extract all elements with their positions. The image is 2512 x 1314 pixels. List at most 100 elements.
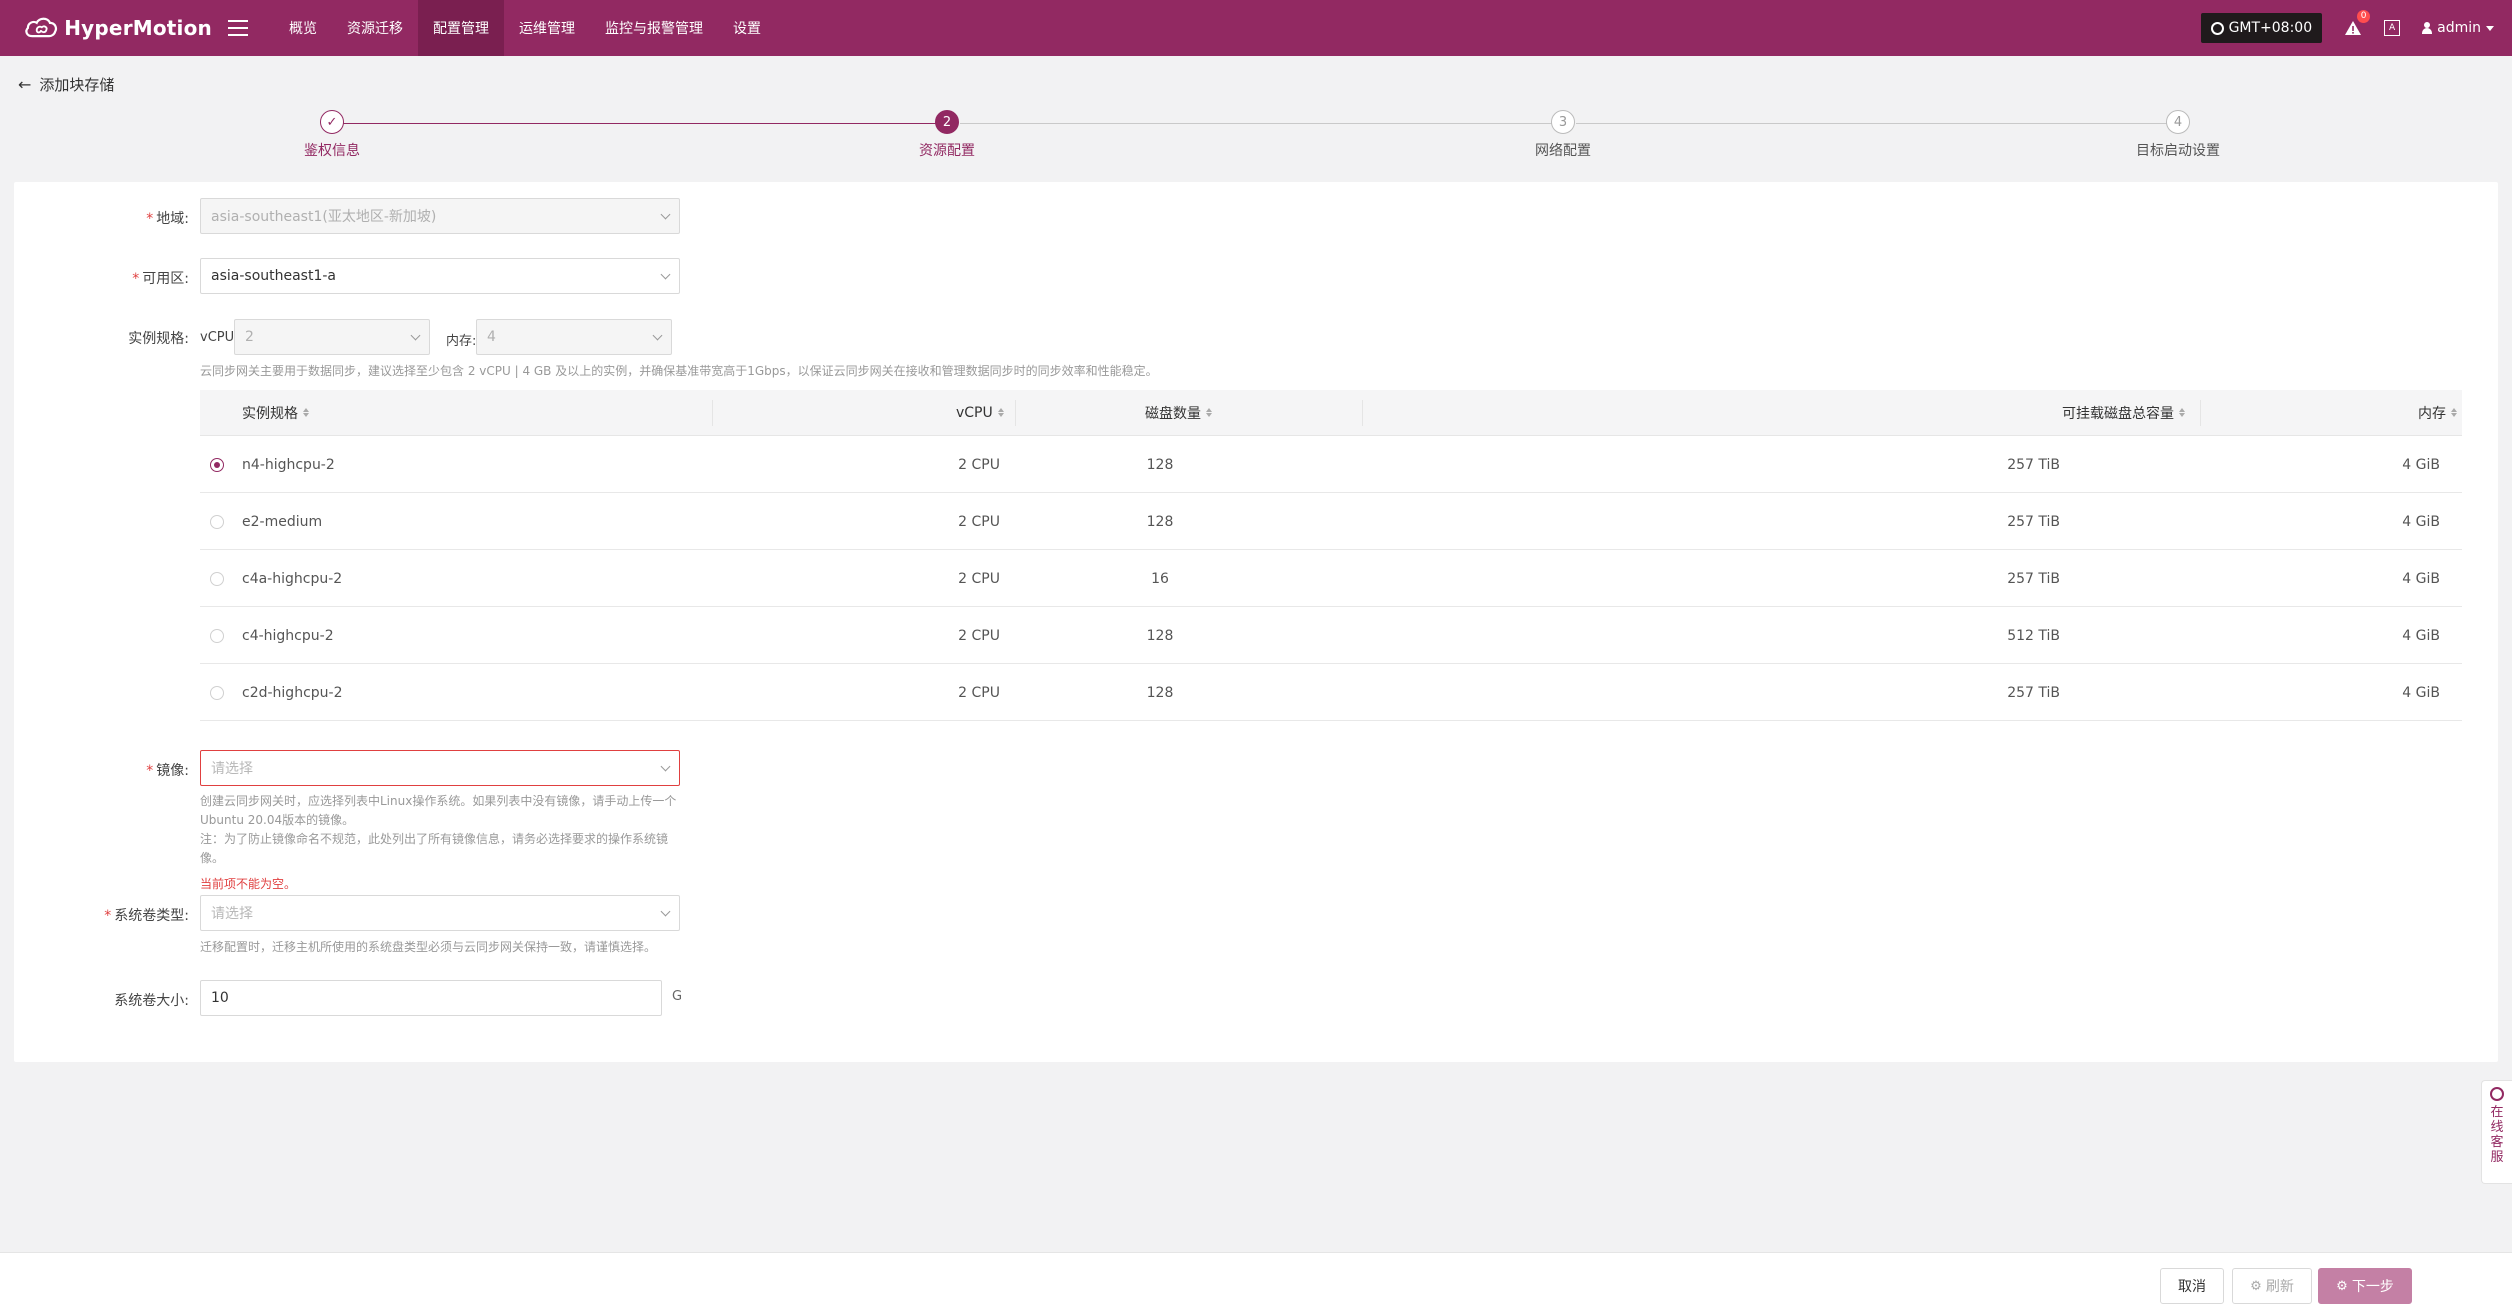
cell-capacity: 257 TiB: [2007, 570, 2060, 587]
step-number: 4: [2166, 110, 2190, 134]
column-header-spec[interactable]: 实例规格: [242, 403, 309, 423]
cell-capacity: 257 TiB: [2007, 456, 2060, 473]
column-header-disks[interactable]: 磁盘数量: [1145, 403, 1212, 423]
wizard-step: 2 资源配置: [847, 110, 1047, 160]
headset-icon: [2490, 1087, 2504, 1101]
table-row[interactable]: c4a-highcpu-2 2 CPU 16 257 TiB 4 GiB: [200, 550, 2462, 607]
region-select[interactable]: asia-southeast1(亚太地区-新加坡): [200, 198, 680, 234]
step-number: 2: [935, 110, 959, 134]
user-menu[interactable]: admin: [2422, 20, 2494, 36]
top-navbar: HyperMotion 概览 资源迁移 配置管理 运维管理 监控与报警管理 设置 GMT+…: [0, 0, 2512, 56]
timezone-badge[interactable]: GMT+08:00: [2200, 13, 2323, 43]
cell-memory: 4 GiB: [2402, 513, 2440, 530]
cell-name: c4-highcpu-2: [242, 627, 334, 644]
disk-type-label: * 系统卷类型:: [104, 908, 189, 924]
wizard-step: ✓ 鉴权信息: [232, 110, 432, 160]
image-hint-line: Ubuntu 20.04版本的镜像。: [200, 813, 355, 827]
memory-select[interactable]: 4: [476, 319, 672, 355]
cell-disks: 16: [1151, 570, 1169, 587]
region-value: asia-southeast1(亚太地区-新加坡): [211, 209, 437, 225]
chevron-down-icon: [660, 906, 671, 917]
row-radio[interactable]: [210, 686, 224, 700]
refresh-button[interactable]: ⚙ 刷新: [2232, 1268, 2312, 1304]
sort-icon: [1206, 408, 1212, 417]
sort-icon: [2451, 408, 2457, 417]
step-label: 鉴权信息: [304, 143, 360, 159]
image-placeholder: 请选择: [211, 761, 253, 777]
disk-type-hint: 迁移配置时，迁移主机所使用的系统盘类型必须与云同步网关保持一致，请谨慎选择。: [200, 940, 657, 954]
cell-capacity: 257 TiB: [2007, 513, 2060, 530]
form-card: * 地域: asia-southeast1(亚太地区-新加坡) * 可用区: asi…: [14, 182, 2498, 1062]
vcpu-select[interactable]: 2: [234, 319, 430, 355]
table-row[interactable]: n4-highcpu-2 2 CPU 128 257 TiB 4 GiB: [200, 436, 2462, 493]
chevron-down-icon: [660, 269, 671, 280]
disk-type-placeholder: 请选择: [211, 906, 253, 922]
menu-toggle-icon[interactable]: [228, 20, 248, 36]
cell-vcpu: 2 CPU: [958, 456, 1000, 473]
user-icon: [2422, 22, 2433, 34]
cell-name: e2-medium: [242, 513, 323, 530]
alert-icon[interactable]: 0: [2344, 10, 2371, 37]
zone-select[interactable]: asia-southeast1-a: [200, 258, 680, 294]
row-radio[interactable]: [210, 458, 224, 472]
disk-type-select[interactable]: 请选择: [200, 895, 680, 931]
next-step-label: 下一步: [2351, 1279, 2394, 1295]
gear-icon: ⚙: [2250, 1278, 2262, 1294]
nav-item[interactable]: 运维管理: [504, 0, 590, 56]
cell-disks: 128: [1146, 684, 1174, 701]
chevron-down-icon: [2486, 25, 2494, 31]
back-link[interactable]: ← 添加块存储: [18, 74, 114, 95]
cell-vcpu: 2 CPU: [958, 570, 1000, 587]
arrow-left-icon: ←: [18, 75, 32, 94]
vcpu-label: vCPU:: [200, 330, 239, 345]
region-label: * 地域:: [146, 211, 189, 227]
next-step-button[interactable]: ⚙ 下一步: [2318, 1268, 2412, 1304]
nav-item[interactable]: 概览: [274, 0, 332, 56]
chevron-down-icon: [410, 330, 421, 341]
cancel-button[interactable]: 取消: [2160, 1268, 2224, 1304]
cell-capacity: 257 TiB: [2007, 684, 2060, 701]
column-header-memory[interactable]: 内存: [2418, 403, 2457, 423]
cell-capacity: 512 TiB: [2007, 627, 2060, 644]
app-logo[interactable]: HyperMotion: [22, 8, 212, 48]
table-row[interactable]: e2-medium 2 CPU 128 257 TiB 4 GiB: [200, 493, 2462, 550]
cell-name: c4a-highcpu-2: [242, 570, 343, 587]
disk-size-label: 系统卷大小:: [114, 993, 189, 1009]
footer-bar: 取消 ⚙ 刷新 ⚙ 下一步: [0, 1252, 2512, 1314]
sort-icon: [303, 408, 309, 417]
timezone-text: GMT+08:00: [2228, 20, 2313, 36]
online-service-tab[interactable]: 在线客服: [2481, 1080, 2512, 1184]
page-title: 添加块存储: [39, 76, 115, 94]
cancel-label: 取消: [2178, 1279, 2206, 1295]
nav-item[interactable]: 资源迁移: [332, 0, 418, 56]
cell-memory: 4 GiB: [2402, 570, 2440, 587]
app-name: HyperMotion: [64, 16, 212, 40]
cell-memory: 4 GiB: [2402, 627, 2440, 644]
check-icon: ✓: [320, 110, 344, 134]
disk-size-unit: G: [672, 989, 683, 1004]
row-radio[interactable]: [210, 515, 224, 529]
row-radio[interactable]: [210, 572, 224, 586]
disk-size-input[interactable]: 10: [200, 980, 662, 1016]
memory-label: 内存:: [446, 334, 477, 349]
gear-icon: ⚙: [2336, 1278, 2348, 1294]
zone-label: * 可用区:: [132, 271, 189, 287]
column-header-capacity[interactable]: 可挂载磁盘总容量: [2062, 403, 2185, 423]
wizard-step: 3 网络配置: [1463, 110, 1663, 160]
step-label: 资源配置: [919, 143, 975, 159]
nav-item[interactable]: 监控与报警管理: [590, 0, 718, 56]
image-hint-line: 创建云同步网关时，应选择列表中Linux操作系统。如果列表中没有镜像，请手动上传…: [200, 794, 677, 808]
sort-icon: [997, 408, 1004, 417]
language-icon[interactable]: A: [2384, 20, 2401, 36]
notification-badge: 0: [2357, 10, 2371, 23]
row-radio[interactable]: [210, 629, 224, 643]
spec-label: 实例规格:: [128, 331, 189, 347]
column-header-vcpu[interactable]: vCPU: [956, 405, 1004, 421]
nav-item[interactable]: 配置管理: [418, 0, 504, 56]
cell-disks: 128: [1146, 456, 1174, 473]
table-row[interactable]: c2d-highcpu-2 2 CPU 128 257 TiB 4 GiB: [200, 664, 2462, 721]
nav-item[interactable]: 设置: [718, 0, 776, 56]
column-divider: [1015, 400, 1016, 426]
image-select[interactable]: 请选择: [200, 750, 680, 786]
table-row[interactable]: c4-highcpu-2 2 CPU 128 512 TiB 4 GiB: [200, 607, 2462, 664]
